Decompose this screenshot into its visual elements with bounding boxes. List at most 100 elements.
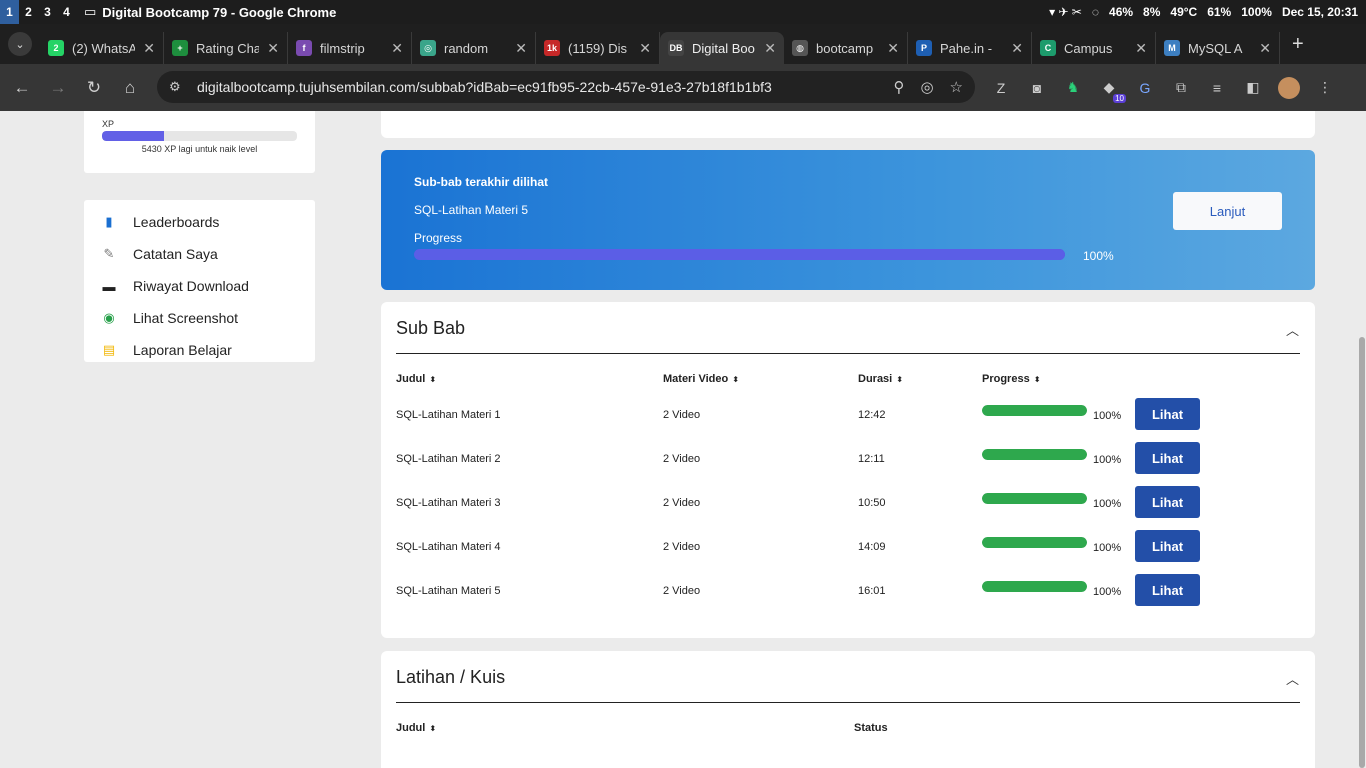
sidebar-item-catatan-saya[interactable]: ✎ Catatan Saya: [84, 238, 315, 270]
workspace-2[interactable]: 2: [19, 0, 38, 24]
tab-close-icon[interactable]: ✕: [143, 40, 155, 57]
eye-off-icon[interactable]: ◌: [1092, 5, 1099, 19]
column-header-durasi[interactable]: Durasi ⬍: [858, 373, 903, 385]
tab-label: (1159) Dis: [568, 40, 628, 56]
last-viewed-progress-bar: [414, 249, 1065, 260]
lihat-button[interactable]: Lihat: [1135, 442, 1200, 474]
cell-judul: SQL-Latihan Materi 2: [396, 453, 501, 465]
reading-list-icon[interactable]: ≡: [1206, 77, 1228, 99]
back-button[interactable]: ←: [4, 70, 40, 106]
row-progress-text: 100%: [1093, 498, 1122, 510]
home-button[interactable]: ⌂: [112, 70, 148, 106]
side-panel-icon[interactable]: ◧: [1242, 77, 1264, 99]
row-progress-text: 100%: [1093, 454, 1122, 466]
tab-close-icon[interactable]: ✕: [887, 40, 899, 57]
lihat-button[interactable]: Lihat: [1135, 398, 1200, 430]
sidebar-item-leaderboards[interactable]: ▮ Leaderboards: [84, 206, 315, 238]
last-viewed-progress-text: 100%: [1083, 249, 1114, 263]
camera-extension-icon[interactable]: ◙: [1026, 77, 1048, 99]
tab-close-icon[interactable]: ✕: [267, 40, 279, 57]
cell-materi-video: 2 Video: [663, 497, 701, 509]
tab-close-icon[interactable]: ✕: [764, 40, 776, 57]
tab-favicon-icon: +: [172, 40, 188, 56]
row-progress-bar: [982, 581, 1087, 592]
clock[interactable]: Dec 15, 20:31: [1282, 5, 1358, 19]
tab-search-button[interactable]: ⌄: [8, 32, 32, 56]
site-info-icon[interactable]: ⚙: [169, 79, 185, 95]
tab-close-icon[interactable]: ✕: [639, 40, 651, 57]
sort-icon[interactable]: ⬍: [732, 375, 739, 384]
bookmark-star-icon[interactable]: ☆: [950, 78, 963, 96]
tab-close-icon[interactable]: ✕: [1011, 40, 1023, 57]
column-header-progress[interactable]: Progress ⬍: [982, 373, 1040, 385]
sort-icon[interactable]: ⬍: [429, 724, 436, 733]
chrome-menu-icon[interactable]: ⋮: [1314, 77, 1336, 99]
sort-icon[interactable]: ⬍: [1034, 375, 1041, 384]
row-progress-bar: [982, 493, 1087, 504]
extensions-area: Z ◙ ♞ ◆ 10 G ⧉ ≡ ◧ ⋮: [990, 64, 1336, 111]
column-header-judul[interactable]: Judul ⬍: [396, 373, 436, 385]
disk-usage: 61%: [1207, 5, 1232, 19]
workspace-4[interactable]: 4: [57, 0, 76, 24]
zoom-icon[interactable]: ⚲: [893, 78, 904, 96]
notes-extension-icon[interactable]: ◆ 10: [1098, 77, 1126, 103]
tab-close-icon[interactable]: ✕: [391, 40, 403, 57]
cell-judul: SQL-Latihan Materi 1: [396, 409, 501, 421]
row-progress-fill: [982, 493, 1087, 504]
sort-icon[interactable]: ⬍: [896, 375, 903, 384]
tab-9[interactable]: M MySQL A ✕: [1156, 32, 1280, 64]
mem-usage: 8%: [1143, 5, 1161, 19]
sort-icon[interactable]: ⬍: [429, 375, 436, 384]
sidebar-item-laporan-belajar[interactable]: ▤ Laporan Belajar: [84, 334, 315, 366]
tab-1[interactable]: + Rating Chart ✕: [164, 32, 288, 64]
wifi-icon[interactable]: ▾ ✈ ✂: [1049, 5, 1082, 19]
tab-label: Rating Chart: [196, 40, 259, 56]
sidebar-item-riwayat-download[interactable]: ▬ Riwayat Download: [84, 270, 315, 302]
reload-button[interactable]: ↻: [76, 70, 112, 106]
tab-5[interactable]: DB Digital Boo ✕: [660, 32, 784, 64]
column-header-materi-video[interactable]: Materi Video ⬍: [663, 373, 739, 385]
tab-4[interactable]: 1k (1159) Dis ✕: [536, 32, 660, 64]
tab-8[interactable]: C Campus ✕: [1032, 32, 1156, 64]
tab-6[interactable]: ◍ bootcamp ✕: [784, 32, 908, 64]
lihat-button[interactable]: Lihat: [1135, 486, 1200, 518]
tab-3[interactable]: ◎ random ✕: [412, 32, 536, 64]
tracking-off-icon[interactable]: ◎: [920, 78, 933, 96]
cell-durasi: 12:11: [858, 453, 885, 465]
tab-7[interactable]: P Pahe.in - ✕: [908, 32, 1032, 64]
collapse-chevron-icon[interactable]: ︿: [1286, 320, 1299, 339]
wappalyzer-extension-icon[interactable]: ♞: [1062, 77, 1084, 99]
new-tab-button[interactable]: +: [1292, 33, 1304, 56]
tab-close-icon[interactable]: ✕: [515, 40, 527, 57]
cell-materi-video: 2 Video: [663, 409, 701, 421]
sidebar-item-lihat-screenshot[interactable]: ◉ Lihat Screenshot: [84, 302, 315, 334]
battery-level[interactable]: 100%: [1241, 5, 1272, 19]
table-row: SQL-Latihan Materi 1 2 Video 12:42 100% Liha…: [381, 398, 1315, 443]
profile-avatar[interactable]: [1278, 76, 1300, 99]
workspace-1[interactable]: 1: [0, 0, 19, 24]
translate-extension-icon[interactable]: G: [1134, 77, 1156, 99]
row-progress-text: 100%: [1093, 586, 1122, 598]
forward-button[interactable]: →: [40, 70, 76, 106]
row-progress-bar: [982, 537, 1087, 548]
lanjut-button[interactable]: Lanjut: [1173, 192, 1282, 230]
lihat-button[interactable]: Lihat: [1135, 574, 1200, 606]
sub-bab-card: Sub Bab ︿ Judul ⬍ Materi Video ⬍ Durasi ⬍ P…: [381, 302, 1315, 638]
latihan-kuis-card: Latihan / Kuis ︿ Judul ⬍ Status: [381, 651, 1315, 768]
address-bar[interactable]: ⚙ digitalbootcamp.tujuhsembilan.com/subb…: [157, 71, 975, 103]
url-text[interactable]: digitalbootcamp.tujuhsembilan.com/subbab…: [197, 79, 772, 95]
workspace-3[interactable]: 3: [38, 0, 57, 24]
tab-favicon-icon: f: [296, 40, 312, 56]
scrollbar-track[interactable]: [1358, 111, 1366, 768]
puzzle-extensions-icon[interactable]: ⧉: [1170, 77, 1192, 99]
lihat-button[interactable]: Lihat: [1135, 530, 1200, 562]
z-extension-icon[interactable]: Z: [990, 77, 1012, 99]
collapse-chevron-icon[interactable]: ︿: [1286, 669, 1299, 688]
scrollbar-thumb[interactable]: [1359, 337, 1365, 768]
tab-close-icon[interactable]: ✕: [1259, 40, 1271, 57]
tab-close-icon[interactable]: ✕: [1135, 40, 1147, 57]
tab-2[interactable]: f filmstrip ✕: [288, 32, 412, 64]
top-card: [381, 111, 1315, 138]
tab-0[interactable]: 2 (2) WhatsApp ✕: [40, 32, 164, 64]
column-header-judul[interactable]: Judul ⬍: [396, 722, 436, 734]
